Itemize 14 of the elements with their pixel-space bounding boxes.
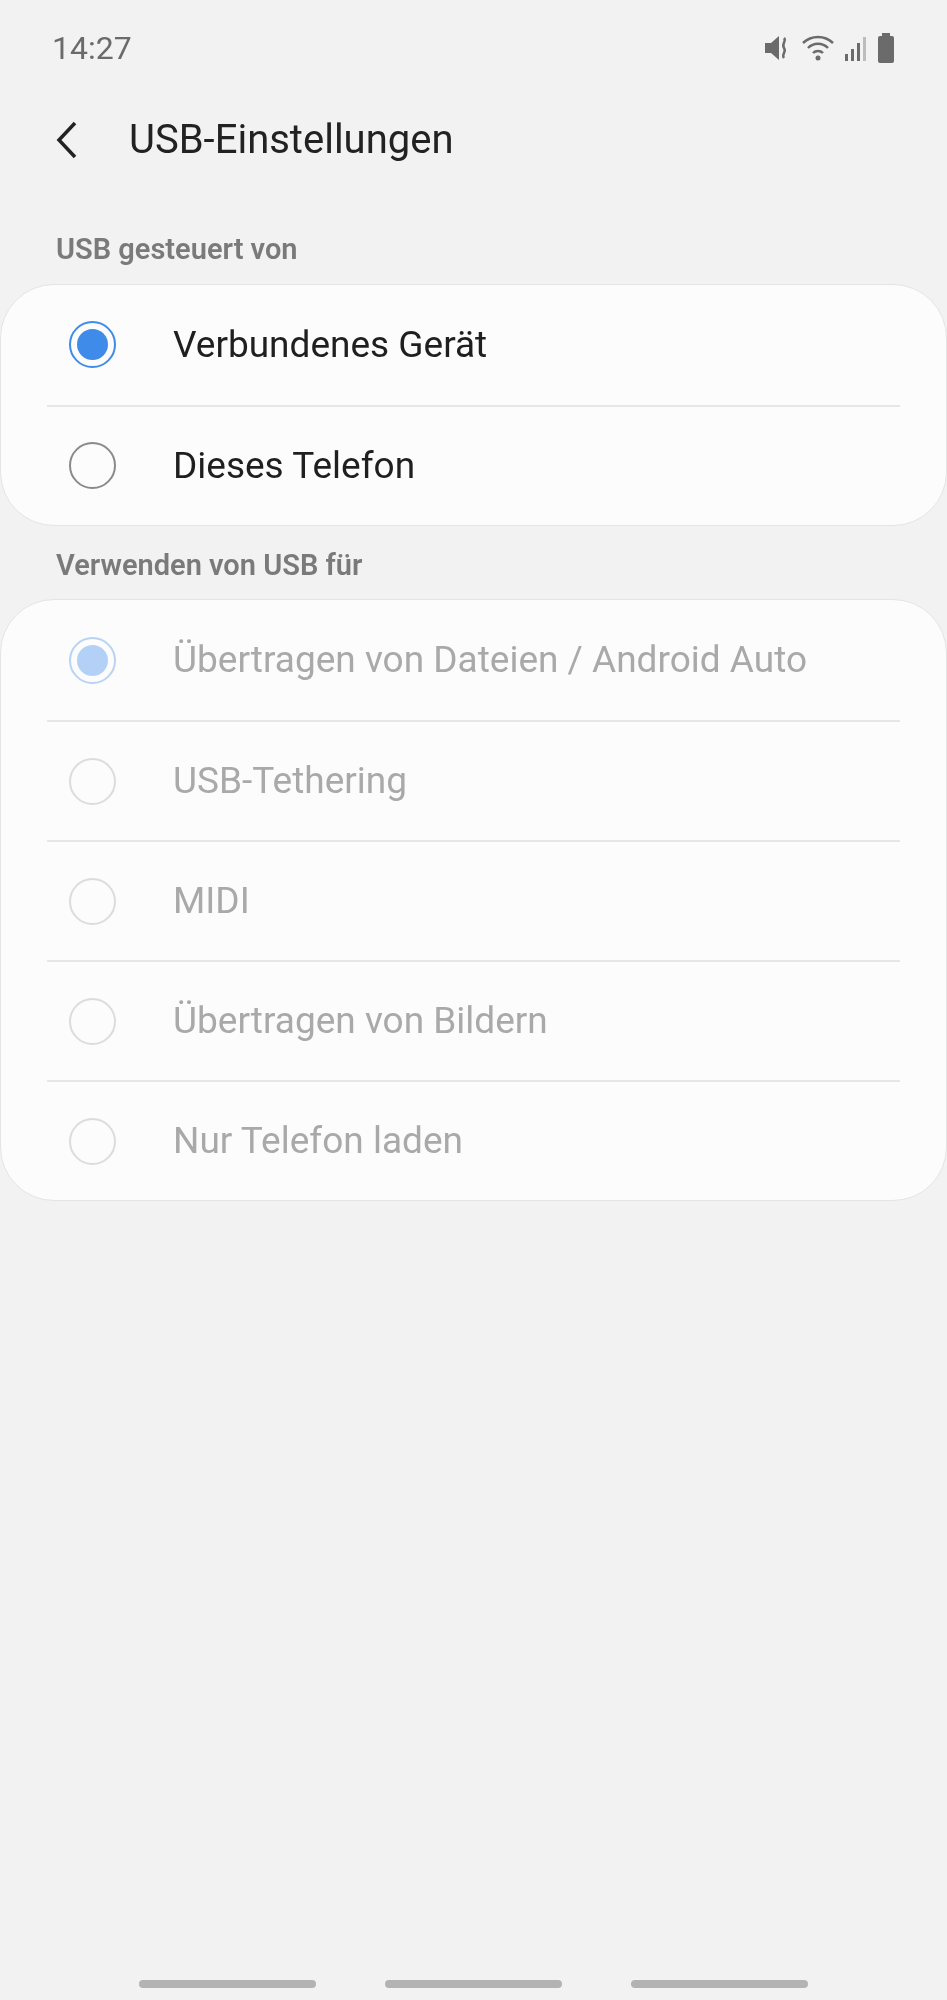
nav-bar-handle[interactable]: [385, 1980, 562, 1988]
option-label[interactable]: Dieses Telefon: [173, 437, 416, 494]
section-header: USB gesteuert von: [55, 231, 299, 268]
wifi-icon: [801, 34, 835, 62]
signal-icon: [843, 34, 869, 62]
radio-button[interactable]: [69, 442, 116, 489]
status-time: 14:27: [52, 28, 132, 69]
section-header: Verwenden von USB für: [55, 546, 364, 584]
nav-bar-handle[interactable]: [631, 1980, 808, 1988]
option-label[interactable]: Verbundenes Gerät: [173, 316, 488, 373]
nav-bar-handle[interactable]: [139, 1980, 316, 1988]
battery-icon: [877, 33, 895, 63]
page-title: USB-Einstellungen: [129, 115, 454, 165]
radio-button[interactable]: [69, 321, 116, 368]
